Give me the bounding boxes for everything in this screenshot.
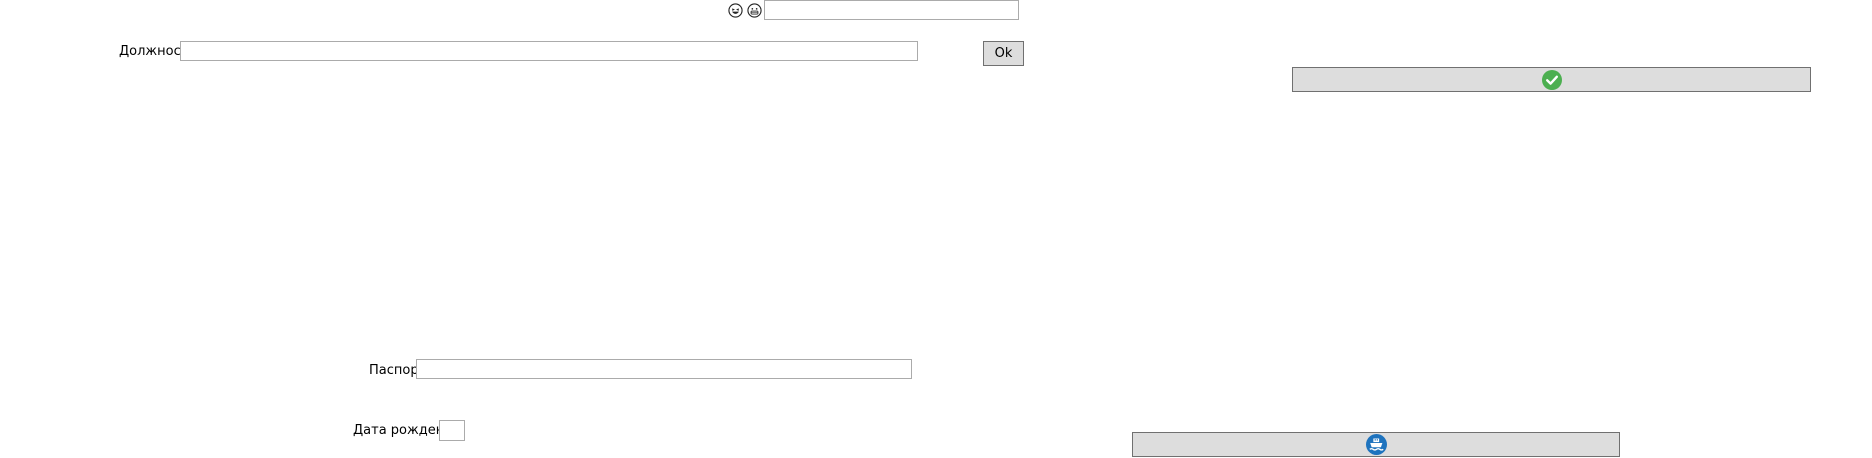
confirm-button[interactable] — [1292, 67, 1811, 92]
top-text-input[interactable] — [764, 0, 1019, 20]
checkmark-circle-icon — [1541, 69, 1562, 90]
passport-input[interactable] — [416, 359, 912, 379]
ok-button-label: Ok — [994, 46, 1013, 61]
grinning-face-icon — [747, 3, 762, 18]
position-input[interactable] — [180, 41, 918, 61]
ok-button[interactable]: Ok — [983, 41, 1024, 66]
ship-icon — [1365, 434, 1387, 455]
birthdate-input[interactable] — [439, 420, 465, 441]
ship-button[interactable] — [1132, 432, 1620, 457]
laughing-face-icon — [728, 3, 743, 18]
